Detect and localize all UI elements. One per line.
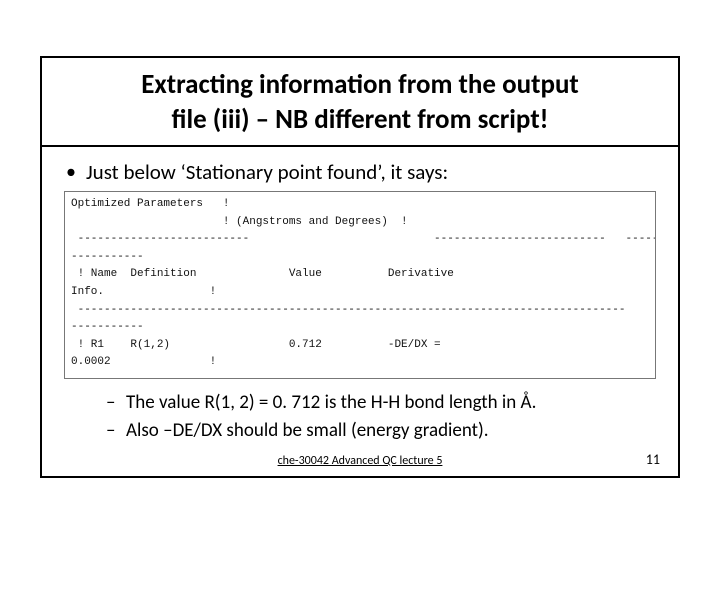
bullet-text-1: Just below ‘Stationary point found’, it …	[86, 159, 448, 185]
mono-line-2: ! (Angstroms and Degrees) !	[71, 216, 408, 228]
sub-bullet-list: – The value R(1, 2) = 0. 712 is the H-H …	[106, 389, 662, 444]
page-number: 11	[646, 451, 660, 468]
mono-line-4: -----------	[71, 251, 144, 263]
sub-bullet-2: – Also –DE/DX should be small (energy gr…	[106, 417, 662, 445]
mono-line-5: ! Name Definition Value Derivative	[71, 268, 454, 280]
bullet-dot-icon: •	[64, 159, 76, 185]
title-line-1: Extracting information from the output	[141, 68, 579, 101]
sub-text-1: The value R(1, 2) = 0. 712 is the H-H bo…	[126, 389, 536, 417]
footer-text: che-30042 Advanced QC lecture 5	[278, 454, 443, 468]
slide-footer: che-30042 Advanced QC lecture 5	[42, 454, 678, 468]
bullet-item-1: • Just below ‘Stationary point found’, i…	[64, 159, 662, 185]
mono-line-7: ----------------------------------------…	[71, 304, 626, 316]
dash-icon: –	[106, 389, 118, 417]
mono-line-9: ! R1 R(1,2) 0.712 -DE/DX =	[71, 339, 441, 351]
mono-line-6: Info. !	[71, 286, 216, 298]
mono-line-3: -------------------------- -------------…	[71, 233, 656, 245]
slide-title: Extracting information from the output f…	[42, 58, 678, 147]
sub-text-2: Also –DE/DX should be small (energy grad…	[126, 417, 489, 445]
slide-body: • Just below ‘Stationary point found’, i…	[42, 147, 678, 450]
title-line-2: file (iii) – NB different from script!	[172, 103, 549, 136]
mono-line-1: Optimized Parameters !	[71, 198, 229, 210]
output-text-block: Optimized Parameters ! ! (Angstroms and …	[64, 191, 656, 379]
dash-icon: –	[106, 417, 118, 445]
mono-line-8: -----------	[71, 321, 144, 333]
sub-bullet-1: – The value R(1, 2) = 0. 712 is the H-H …	[106, 389, 662, 417]
slide-frame: Extracting information from the output f…	[40, 56, 680, 478]
mono-line-10: 0.0002 !	[71, 356, 216, 368]
